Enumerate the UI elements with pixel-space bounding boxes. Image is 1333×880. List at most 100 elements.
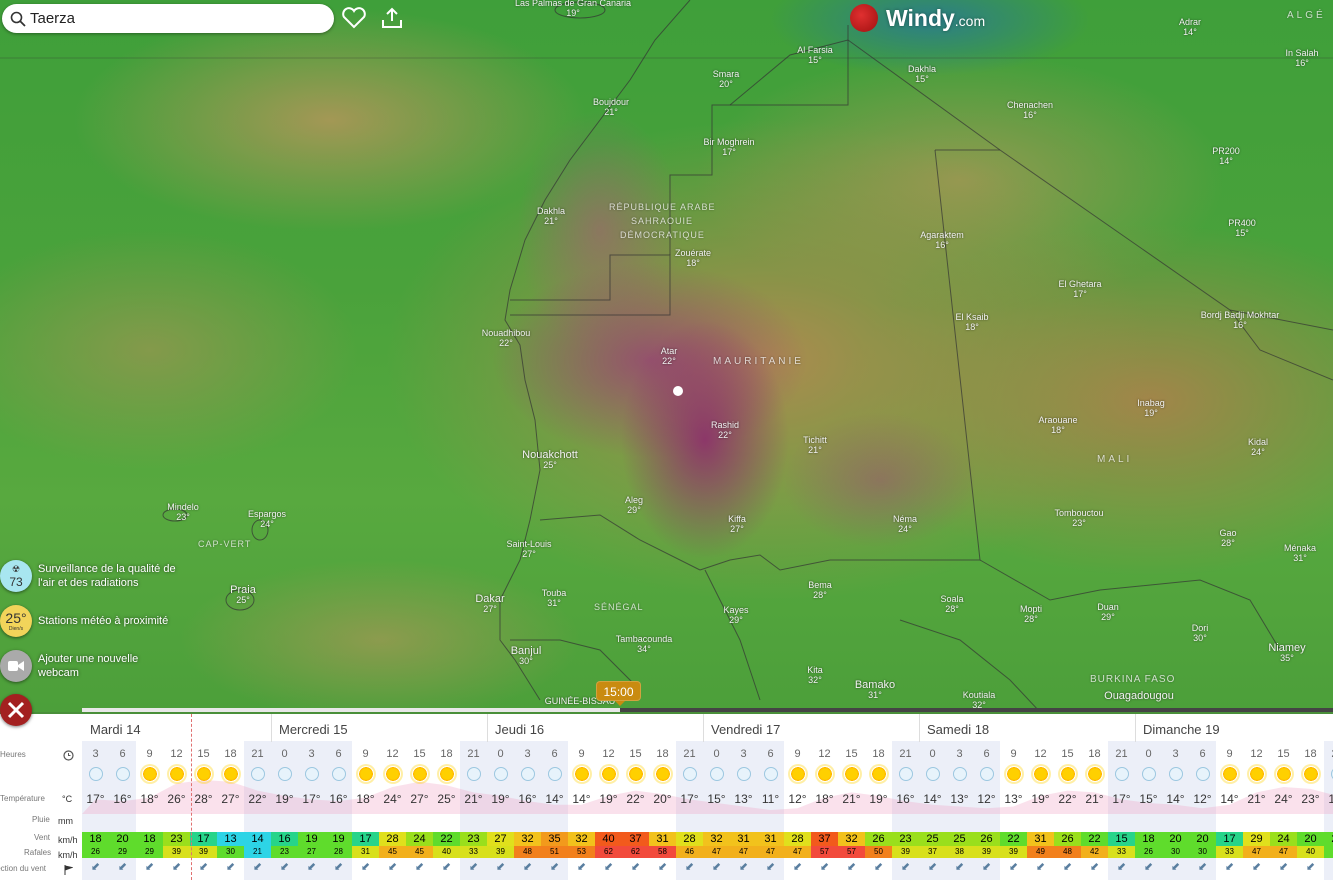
wind-direction-arrow-icon: ⬋ <box>684 861 695 873</box>
wind-cell: 22 <box>1081 832 1108 846</box>
city-label[interactable]: Tichitt 21° <box>803 435 827 455</box>
city-label[interactable]: El Ksaib 18° <box>955 312 988 332</box>
hour-cell: 6 <box>767 748 774 760</box>
city-label[interactable]: Soala 28° <box>940 594 963 614</box>
forecast-table[interactable]: Mardi 14 Mercredi 15 Jeudi 16 Vendredi 17 Sa… <box>0 714 1333 880</box>
current-time-line <box>191 714 192 880</box>
wind-cell: 26 <box>865 832 892 846</box>
city-label[interactable]: Dori 30° <box>1192 623 1209 643</box>
day-label[interactable]: Samedi 18 <box>927 722 989 737</box>
city-label[interactable]: Bordj Badji Mokhtar 16° <box>1201 310 1280 330</box>
temp-cell: 14° <box>923 792 942 806</box>
temp-cell: 16° <box>329 792 348 806</box>
timeline-bar[interactable] <box>82 708 1333 712</box>
city-label[interactable]: Duan 29° <box>1097 602 1119 622</box>
city-label[interactable]: Kita 32° <box>807 665 823 685</box>
temp-cell: 24° <box>383 792 402 806</box>
wind-direction-arrow-icon: ⬋ <box>603 861 614 873</box>
wind-cell: 25 <box>946 832 973 846</box>
city-label[interactable]: Saint-Louis 27° <box>506 539 551 559</box>
city-label[interactable]: In Salah 16° <box>1285 48 1318 68</box>
air-quality-button[interactable]: ☢ 73 Surveillance de la qualité de l'air … <box>0 560 178 592</box>
city-label[interactable]: Tambacounda 34° <box>616 634 673 654</box>
city-label[interactable]: Agaraktem 16° <box>920 230 964 250</box>
city-label[interactable]: Kayes 29° <box>723 605 748 625</box>
city-label[interactable]: Kidal 24° <box>1248 437 1268 457</box>
city-label[interactable]: Araouane 18° <box>1038 415 1077 435</box>
share-icon[interactable] <box>379 6 405 30</box>
city-label[interactable]: Aleg 29° <box>625 495 643 515</box>
city-label[interactable]: El Ghetara 17° <box>1058 279 1101 299</box>
city-label[interactable]: Ouagadougou <box>1104 691 1174 702</box>
gust-cell: 48 <box>514 846 541 858</box>
city-label[interactable]: Nouakchott 25° <box>522 450 578 471</box>
day-label[interactable]: Mercredi 15 <box>279 722 348 737</box>
temp-cell: 21° <box>464 792 483 806</box>
temp-cell: 17° <box>302 792 321 806</box>
city-label[interactable]: Chenachen 16° <box>1007 100 1053 120</box>
wind-cell: 17 <box>190 832 217 846</box>
gust-cell: 29 <box>109 846 136 858</box>
city-label[interactable]: Gao 28° <box>1219 528 1236 548</box>
day-label[interactable]: Dimanche 19 <box>1143 722 1220 737</box>
city-label[interactable]: Mopti 28° <box>1020 604 1042 624</box>
city-label[interactable]: Espargos 24° <box>248 509 286 529</box>
city-label[interactable]: Praia 25° <box>230 585 256 606</box>
day-label[interactable]: Vendredi 17 <box>711 722 780 737</box>
sun-icon <box>649 766 676 786</box>
hour-cell: 18 <box>224 748 237 760</box>
wind-direction-arrow-icon: ⬋ <box>1062 861 1073 873</box>
city-label[interactable]: Niamey 35° <box>1268 643 1305 664</box>
wind-cell: 28 <box>676 832 703 846</box>
gust-cell: 47 <box>1270 846 1297 858</box>
wind-direction-arrow-icon: ⬋ <box>225 861 236 873</box>
day-label[interactable]: Jeudi 16 <box>495 722 544 737</box>
city-label[interactable]: Touba 31° <box>542 588 567 608</box>
heart-icon[interactable] <box>341 6 367 30</box>
city-label[interactable]: PR400 15° <box>1228 218 1256 238</box>
hour-cell: 0 <box>929 748 936 760</box>
city-label[interactable]: Rashid 22° <box>711 420 739 440</box>
wind-direction-arrow-icon: ⬋ <box>522 861 533 873</box>
city-label[interactable]: Bema 28° <box>808 580 832 600</box>
city-label[interactable]: Kiffa 27° <box>728 514 746 534</box>
city-label[interactable]: Tombouctou 23° <box>1054 508 1103 528</box>
city-label[interactable]: Mindelo 23° <box>167 502 199 522</box>
city-label[interactable]: Zouérate 18° <box>675 248 711 268</box>
city-label[interactable]: Las Palmas de Gran Canaria 19° <box>515 0 631 18</box>
city-label[interactable]: Ménaka 31° <box>1284 543 1316 563</box>
city-label[interactable]: Dakar 27° <box>475 594 504 615</box>
hour-cell: 9 <box>794 748 801 760</box>
gust-cell: 62 <box>622 846 649 858</box>
day-label[interactable]: Mardi 14 <box>90 722 141 737</box>
city-label[interactable]: Bamako 31° <box>855 680 895 701</box>
city-label[interactable]: Nouadhibou 22° <box>482 328 531 348</box>
city-label[interactable]: Adrar 14° <box>1179 17 1201 37</box>
city-label[interactable]: PR200 14° <box>1212 146 1240 166</box>
windy-logo[interactable]: Windy .com <box>850 4 985 32</box>
gust-cell: 30 <box>1162 846 1189 858</box>
add-webcam-button[interactable]: Ajouter une nouvelle webcam <box>0 650 178 682</box>
search-input[interactable]: Taerza <box>2 4 334 33</box>
city-label[interactable]: Koutiala 32° <box>963 690 996 710</box>
city-label[interactable]: Bir Moghrein 17° <box>703 137 754 157</box>
city-label[interactable]: Boujdour 21° <box>593 97 629 117</box>
close-button[interactable] <box>0 694 32 726</box>
weather-stations-button[interactable]: 25° Dien/s Stations météo à proximité <box>0 605 178 637</box>
sun-icon <box>784 766 811 786</box>
hour-cell: 12 <box>386 748 399 760</box>
city-label[interactable]: Dakhla 21° <box>537 206 565 226</box>
weather-map[interactable]: MAURITANIE MALI SÉNÉGAL CAP-VERT BURKINA… <box>0 0 1333 712</box>
city-label[interactable]: Néma 24° <box>893 514 917 534</box>
city-label[interactable]: Banjul 30° <box>511 646 542 667</box>
city-label[interactable]: Dakhla 15° <box>908 64 936 84</box>
wind-cell: 37 <box>811 832 838 846</box>
timeline-current-time[interactable]: 15:00 <box>596 681 641 706</box>
city-label[interactable]: Inabag 19° <box>1137 398 1165 418</box>
city-label[interactable]: Atar 22° <box>661 346 678 366</box>
sun-icon <box>1081 766 1108 786</box>
city-label[interactable]: Smara 20° <box>713 69 740 89</box>
city-label[interactable]: Al Farsia 15° <box>797 45 833 65</box>
wind-direction-arrow-icon: ⬋ <box>252 861 263 873</box>
temp-cell: 22° <box>248 792 267 806</box>
